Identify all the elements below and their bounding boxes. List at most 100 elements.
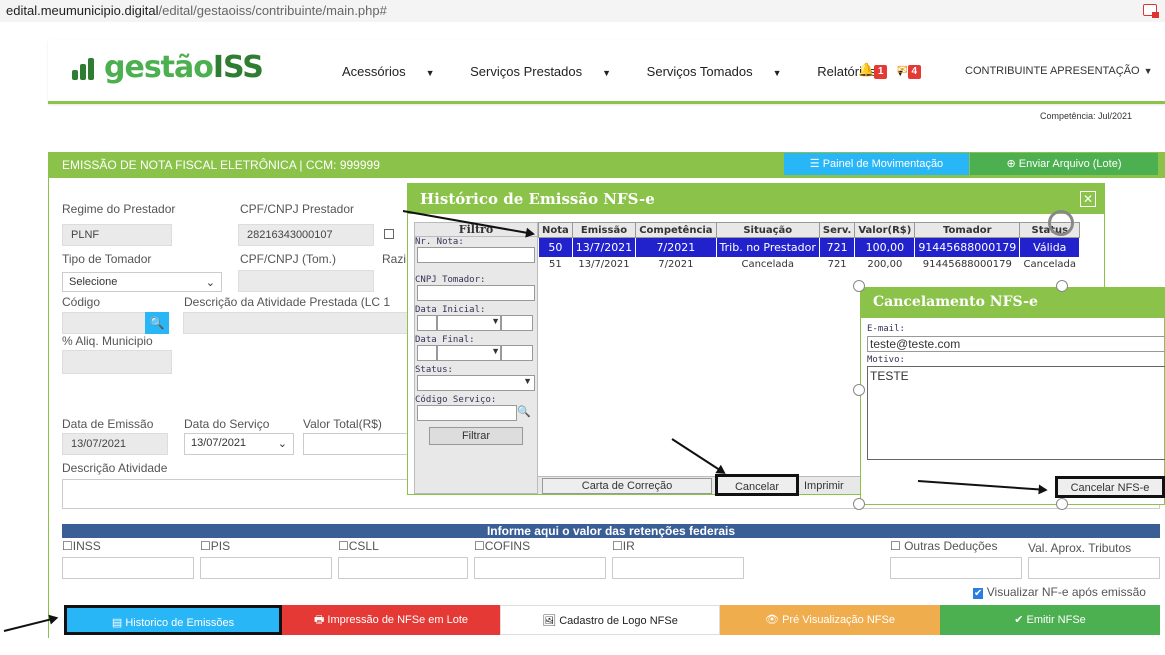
aprox-field[interactable] [1028, 557, 1160, 579]
tipo-tomador-select[interactable]: Selecione ⌄ [62, 272, 222, 292]
cnpj-tomador-input[interactable] [417, 285, 535, 301]
checkbox[interactable] [384, 229, 394, 239]
aliq-field[interactable] [62, 350, 172, 374]
historico-button[interactable]: ▤ Historico de Emissões [64, 605, 282, 635]
col-tomador[interactable]: Tomador [914, 222, 1021, 238]
motivo-field[interactable]: TESTE [867, 366, 1165, 460]
cofins-field[interactable] [474, 557, 606, 579]
col-emissao[interactable]: Emissão [571, 222, 637, 238]
search-icon[interactable]: 🔍 [517, 405, 531, 421]
col-situacao[interactable]: Situação [715, 222, 820, 238]
resize-handle[interactable] [1056, 280, 1068, 292]
data-final-day[interactable] [417, 345, 437, 361]
mail-badge: 4 [907, 65, 921, 79]
bell-icon[interactable]: 🔔 [858, 62, 874, 77]
imprimir-label: Imprimir [804, 480, 844, 492]
inss-field[interactable] [62, 557, 194, 579]
resize-handle[interactable] [1056, 498, 1068, 510]
logo[interactable]: gestãoISS [70, 50, 264, 85]
cancelar-nfse-button[interactable]: Cancelar NFS-e [1055, 476, 1165, 498]
csll-checkbox[interactable]: ☐CSLL [338, 539, 379, 553]
resize-handle[interactable] [853, 498, 865, 510]
data-inicial-day[interactable] [417, 315, 437, 331]
valor-total-label: Valor Total(R$) [303, 417, 382, 431]
cofins-checkbox[interactable]: ☐COFINS [474, 539, 530, 553]
menu-servicos-tomados[interactable]: Serviços Tomados ▼ [647, 64, 798, 79]
csll-field[interactable] [338, 557, 468, 579]
data-servico-select[interactable]: 13/07/2021 ⌄ [184, 433, 294, 455]
csll-label: CSLL [348, 539, 379, 553]
resize-handle[interactable] [853, 280, 865, 292]
address-bar[interactable]: edital.meumunicipio.digital/edital/gesta… [0, 0, 1165, 22]
motivo-label: Motivo: [867, 355, 905, 365]
outras-checkbox[interactable]: ☐ Outras Deduções [890, 539, 997, 553]
outras-field[interactable] [890, 557, 1022, 579]
data-servico-label: Data do Serviço [184, 417, 270, 431]
menu-acessorios[interactable]: Acessórios ▼ [342, 64, 451, 79]
enviar-arquivo-button[interactable]: ⊕ Enviar Arquivo (Lote) [970, 153, 1158, 175]
tab-icon[interactable] [1143, 4, 1159, 18]
data-final-month[interactable]: ▼ [437, 345, 501, 361]
inss-checkbox[interactable]: ☐INSS [62, 539, 101, 553]
data-emissao-field[interactable]: 13/07/2021 [62, 433, 168, 455]
data-inicial-year[interactable] [501, 315, 533, 331]
data-inicial-month[interactable]: ▼ [437, 315, 501, 331]
status-label: Status: [415, 365, 453, 375]
descricao-field[interactable] [183, 312, 413, 334]
filtrar-button[interactable]: Filtrar [429, 427, 523, 445]
impressao-lote-button[interactable]: 🖶 Impressão de NFSe em Lote [282, 605, 500, 635]
cell: 200,00 [867, 259, 903, 271]
table-row[interactable]: 51 13/7/2021 7/2021 Cancelada 721 200,00 91445… [539, 258, 1080, 272]
cpf-prestador-label: CPF/CNPJ Prestador [240, 202, 355, 216]
imprimir-button[interactable]: Imprimir [804, 480, 844, 492]
cell: 13/7/2021 [578, 259, 630, 271]
check-icon: ✔ [973, 588, 984, 599]
ir-checkbox[interactable]: ☐IR [612, 539, 635, 553]
col-nota[interactable]: Nota [538, 222, 573, 238]
carta-correcao-button[interactable]: Carta de Correção [542, 478, 712, 494]
painel-movimentacao-button[interactable]: ☰ Painel de Movimentação [784, 153, 969, 175]
cpf-prestador-field[interactable]: 28216343000107 [238, 224, 374, 246]
chevron-down-icon: ⌄ [205, 277, 215, 289]
pis-checkbox[interactable]: ☐PIS [200, 539, 230, 553]
cell: Válida [1019, 237, 1081, 258]
cancelamento-modal-header: Cancelamento NFS-e [861, 288, 1164, 318]
ir-field[interactable] [612, 557, 744, 579]
col-competencia[interactable]: Competência [635, 222, 717, 238]
codigo-servico-input[interactable] [417, 405, 517, 421]
regime-field[interactable]: PLNF [62, 224, 172, 246]
rotate-handle-icon[interactable] [1048, 210, 1074, 236]
cancelamento-title: Cancelamento NFS-e [873, 294, 1038, 310]
data-servico-value: 13/07/2021 [191, 437, 247, 449]
table-row[interactable]: 50 13/7/2021 7/2021 Trib. no Prestador 721 10… [538, 237, 1081, 258]
col-serv[interactable]: Serv. [818, 222, 856, 238]
cell: 91445688000179 [914, 237, 1021, 258]
emitir-nfse-button[interactable]: ✔ Emitir NFSe [940, 605, 1160, 635]
carta-label: Carta de Correção [581, 480, 673, 492]
resize-handle[interactable] [853, 384, 865, 396]
search-button[interactable]: 🔍 [145, 312, 169, 334]
nr-nota-input[interactable] [417, 247, 535, 263]
data-final-year[interactable] [501, 345, 533, 361]
mail-icon[interactable]: ✉ [897, 62, 908, 77]
close-icon[interactable]: ✕ [1080, 191, 1096, 207]
cadastro-logo-button[interactable]: 🖼 Cadastro de Logo NFSe [500, 605, 720, 635]
cadastro-label: Cadastro de Logo NFSe [559, 615, 678, 627]
cpf-tomador-field[interactable] [238, 270, 374, 292]
cancelar-button[interactable]: Cancelar [715, 474, 799, 496]
visualizar-checkbox[interactable]: ✔ Visualizar NF-e após emissão [973, 585, 1146, 599]
competencia-label: Competência: Jul/2021 [1040, 111, 1133, 121]
url-host: edital.meumunicipio.digital [6, 3, 159, 18]
menu-acessorios-label: Acessórios [342, 64, 406, 79]
cell: Trib. no Prestador [715, 237, 820, 258]
data-emissao-label: Data de Emissão [62, 417, 154, 431]
status-select[interactable]: ▼ [417, 375, 535, 391]
valor-total-field[interactable] [303, 433, 413, 455]
pre-visualizacao-button[interactable]: 👁 Pré Visualização NFSe [720, 605, 940, 635]
col-valor[interactable]: Valor(R$) [854, 222, 916, 238]
codigo-field[interactable] [62, 312, 146, 334]
email-field[interactable]: teste@teste.com [867, 336, 1165, 352]
menu-servicos-prestados[interactable]: Serviços Prestados ▼ [470, 64, 627, 79]
pis-field[interactable] [200, 557, 332, 579]
user-menu[interactable]: CONTRIBUINTE APRESENTAÇÃO ▼ [965, 65, 1153, 77]
